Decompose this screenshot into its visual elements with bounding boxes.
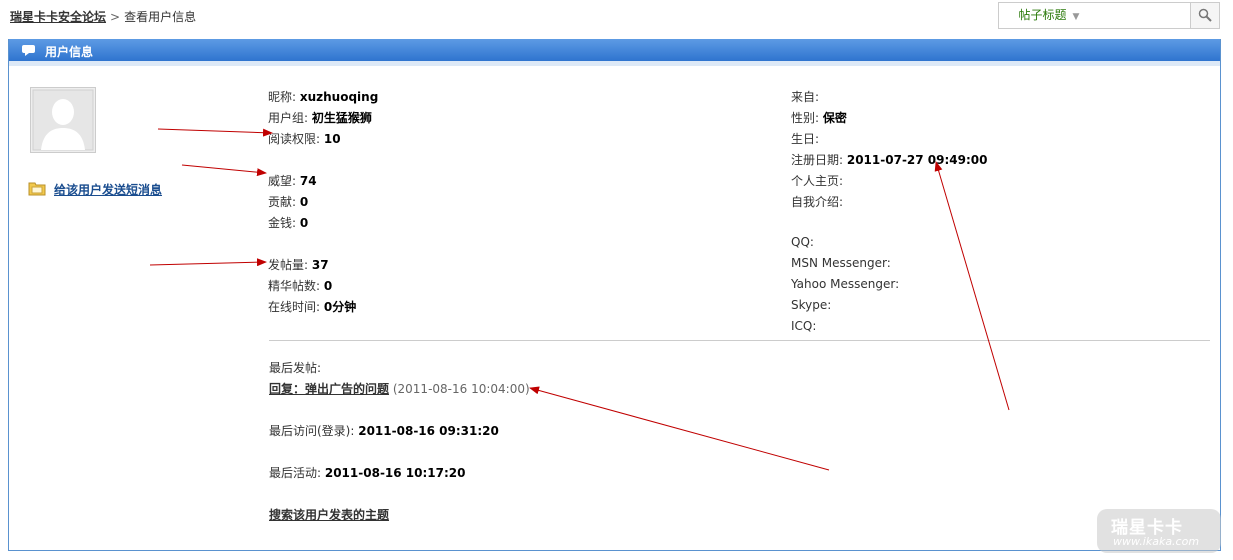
annotation-arrows [149,128,1010,471]
watermark-url: www.ikaka.com [1113,535,1200,548]
arrow-to-last-post [529,386,830,471]
watermark-logo: 瑞星卡卡 www.ikaka.com [1097,509,1221,553]
arrow-to-register-date [934,161,1010,411]
arrow-to-prestige [181,164,267,177]
arrow-to-post-count [149,258,267,267]
arrow-to-read-permission [157,128,273,137]
